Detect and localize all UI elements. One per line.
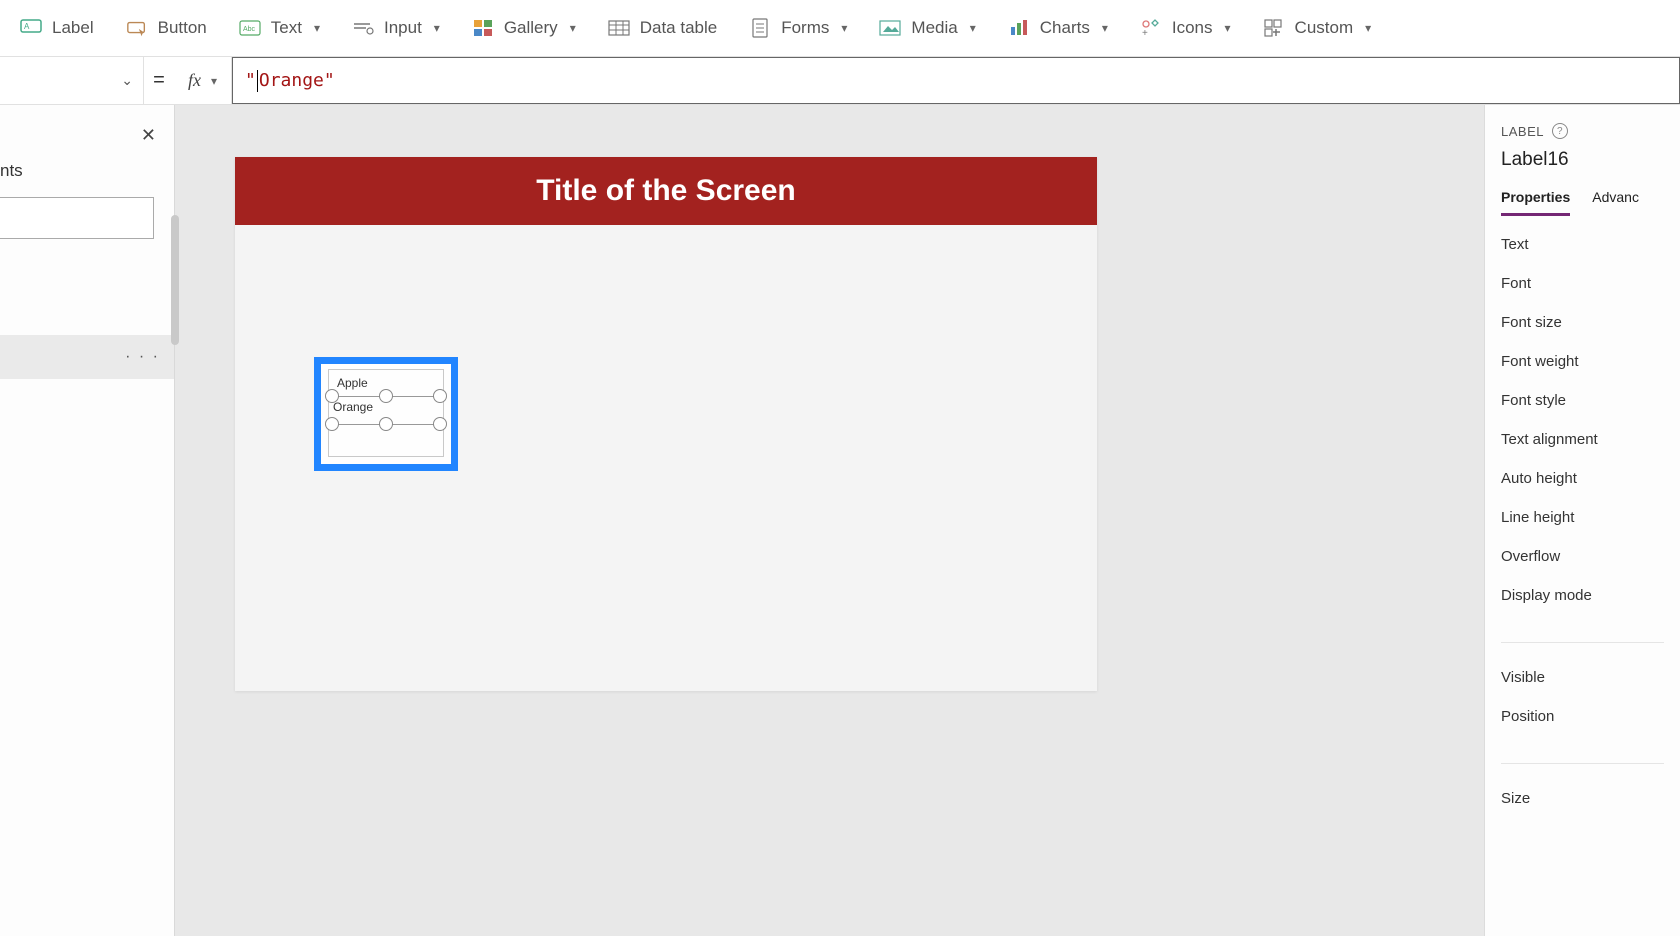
- ribbon-custom-text: Custom: [1295, 18, 1354, 38]
- charts-icon: [1008, 17, 1030, 39]
- selection-handles-bottom[interactable]: [325, 410, 447, 438]
- prop-font-weight[interactable]: Font weight: [1501, 353, 1664, 370]
- resize-handle[interactable]: [325, 417, 339, 431]
- divider: [1501, 763, 1664, 764]
- insert-text-dropdown[interactable]: Abc Text ▾: [223, 0, 336, 56]
- formula-bar: ⌄ = fx ▾ "Orange": [0, 57, 1680, 105]
- tree-search-input[interactable]: [0, 197, 154, 239]
- insert-label-button[interactable]: A Label: [4, 0, 110, 56]
- ribbon-input-text: Input: [384, 18, 422, 38]
- prop-overflow[interactable]: Overflow: [1501, 548, 1664, 565]
- resize-handle[interactable]: [433, 389, 447, 403]
- props-control-name[interactable]: Label16: [1501, 149, 1664, 171]
- icons-icon: +: [1140, 17, 1162, 39]
- ribbon-text-text: Text: [271, 18, 302, 38]
- tree-view-panel: ✕ nts · · ·: [0, 105, 175, 936]
- prop-position[interactable]: Position: [1501, 708, 1664, 725]
- resize-handle[interactable]: [379, 389, 393, 403]
- ribbon-media-text: Media: [911, 18, 957, 38]
- svg-text:Abc: Abc: [243, 26, 256, 33]
- insert-forms-dropdown[interactable]: Forms ▾: [733, 0, 863, 56]
- help-icon[interactable]: ?: [1552, 123, 1568, 139]
- equals-sign: =: [144, 69, 174, 92]
- chevron-down-icon: ▾: [1365, 21, 1371, 35]
- screen-canvas[interactable]: Title of the Screen Apple Orange: [235, 157, 1097, 691]
- prop-font-style[interactable]: Font style: [1501, 392, 1664, 409]
- prop-font-size[interactable]: Font size: [1501, 314, 1664, 331]
- resize-handle[interactable]: [433, 417, 447, 431]
- gallery-control[interactable]: Apple Orange: [314, 357, 458, 471]
- insert-media-dropdown[interactable]: Media ▾: [863, 0, 991, 56]
- screen-title[interactable]: Title of the Screen: [235, 157, 1097, 225]
- ribbon-button-text: Button: [158, 18, 207, 38]
- insert-icons-dropdown[interactable]: + Icons ▾: [1124, 0, 1247, 56]
- prop-text[interactable]: Text: [1501, 236, 1664, 253]
- prop-display-mode[interactable]: Display mode: [1501, 587, 1664, 604]
- gallery-template: Apple Orange: [328, 369, 444, 457]
- fx-dropdown[interactable]: fx ▾: [174, 57, 232, 104]
- ribbon-forms-text: Forms: [781, 18, 829, 38]
- property-selector[interactable]: ⌄: [0, 57, 144, 104]
- ribbon-gallery-text: Gallery: [504, 18, 558, 38]
- fx-label: fx: [188, 70, 201, 91]
- more-icon[interactable]: · · ·: [125, 348, 160, 366]
- props-type-header: LABEL ?: [1501, 123, 1664, 139]
- chevron-down-icon: ▾: [1102, 21, 1108, 35]
- ribbon-label-text: Label: [52, 18, 94, 38]
- insert-gallery-dropdown[interactable]: Gallery ▾: [456, 0, 592, 56]
- ribbon-charts-text: Charts: [1040, 18, 1090, 38]
- prop-line-height[interactable]: Line height: [1501, 509, 1664, 526]
- formula-input[interactable]: "Orange": [232, 57, 1680, 104]
- insert-datatable-button[interactable]: Data table: [592, 0, 734, 56]
- text-icon: Abc: [239, 17, 261, 39]
- prop-size[interactable]: Size: [1501, 790, 1664, 807]
- ribbon: A Label Button Abc Text ▾ Input ▾ Galler…: [0, 0, 1680, 57]
- chevron-down-icon: ▾: [434, 21, 440, 35]
- insert-charts-dropdown[interactable]: Charts ▾: [992, 0, 1124, 56]
- formula-value: "Orange": [245, 70, 335, 92]
- input-icon: [352, 17, 374, 39]
- tab-properties[interactable]: Properties: [1501, 189, 1570, 216]
- table-icon: [608, 17, 630, 39]
- ribbon-datatable-text: Data table: [640, 18, 718, 38]
- properties-panel: LABEL ? Label16 Properties Advanc Text F…: [1484, 105, 1680, 936]
- chevron-down-icon: ▾: [314, 21, 320, 35]
- tab-advanced[interactable]: Advanc: [1592, 189, 1639, 216]
- gallery-icon: [472, 17, 494, 39]
- svg-text:A: A: [24, 22, 30, 31]
- close-icon[interactable]: ✕: [141, 125, 156, 146]
- prop-auto-height[interactable]: Auto height: [1501, 470, 1664, 487]
- insert-input-dropdown[interactable]: Input ▾: [336, 0, 456, 56]
- button-icon: [126, 17, 148, 39]
- ribbon-icons-text: Icons: [1172, 18, 1213, 38]
- svg-text:+: +: [1142, 28, 1148, 37]
- resize-handle[interactable]: [379, 417, 393, 431]
- prop-text-align[interactable]: Text alignment: [1501, 431, 1664, 448]
- tree-selected-item[interactable]: · · ·: [0, 335, 174, 379]
- forms-icon: [749, 17, 771, 39]
- divider: [1501, 642, 1664, 643]
- props-type-label: LABEL: [1501, 124, 1544, 139]
- chevron-down-icon: ▾: [211, 74, 217, 88]
- custom-icon: [1263, 17, 1285, 39]
- canvas-area[interactable]: Title of the Screen Apple Orange: [175, 105, 1484, 936]
- chevron-down-icon: ⌄: [121, 72, 133, 89]
- prop-font[interactable]: Font: [1501, 275, 1664, 292]
- tree-header: nts: [0, 105, 174, 197]
- chevron-down-icon: ▾: [841, 21, 847, 35]
- media-icon: [879, 17, 901, 39]
- label-icon: A: [20, 17, 42, 39]
- main-area: ✕ nts · · · Title of the Screen Apple: [0, 105, 1680, 936]
- chevron-down-icon: ▾: [570, 21, 576, 35]
- insert-custom-dropdown[interactable]: Custom ▾: [1247, 0, 1388, 56]
- chevron-down-icon: ▾: [1225, 21, 1231, 35]
- prop-visible[interactable]: Visible: [1501, 669, 1664, 686]
- chevron-down-icon: ▾: [970, 21, 976, 35]
- insert-button-button[interactable]: Button: [110, 0, 223, 56]
- props-list: Text Font Font size Font weight Font sty…: [1501, 236, 1664, 807]
- props-tabs: Properties Advanc: [1501, 189, 1664, 216]
